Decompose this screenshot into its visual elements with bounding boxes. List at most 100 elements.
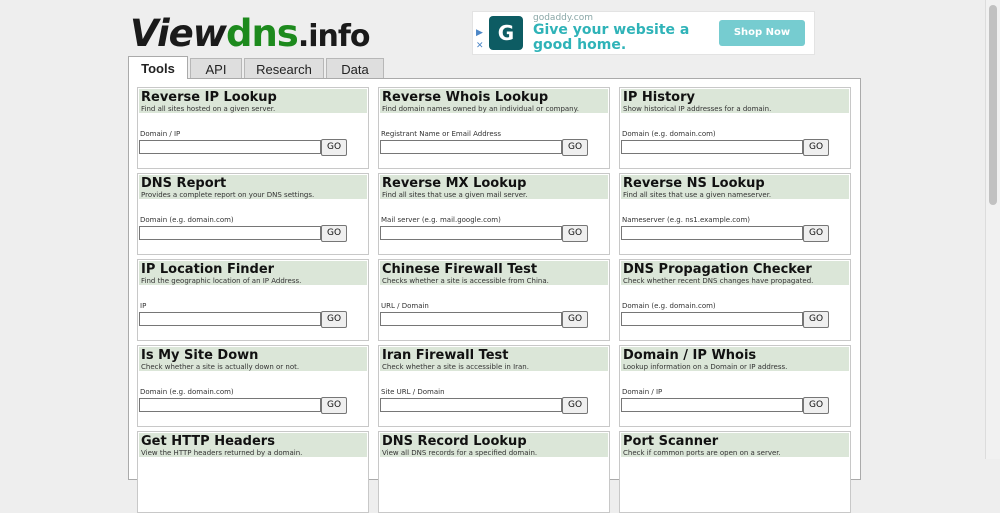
go-button[interactable]: GO	[321, 311, 347, 328]
tool-title: Reverse Whois Lookup	[382, 90, 549, 105]
tool-card-header: Reverse MX Lookup Find all sites that use…	[380, 175, 608, 199]
tool-title: IP History	[623, 90, 695, 105]
tool-input-iran-firewall-test[interactable]	[380, 398, 562, 412]
tool-description: Check whether a site is accessible in Ir…	[382, 363, 529, 371]
go-button[interactable]: GO	[803, 225, 829, 242]
tab-tools[interactable]: Tools	[128, 56, 188, 79]
tool-title: Port Scanner	[623, 434, 719, 449]
tool-input-label: Domain / IP	[140, 130, 181, 138]
tool-input-label: Registrant Name or Email Address	[381, 130, 501, 138]
tool-input-ip-history[interactable]	[621, 140, 803, 154]
tool-title: Reverse MX Lookup	[382, 176, 527, 191]
go-button[interactable]: GO	[321, 397, 347, 414]
advertisement-banner[interactable]: ▶ ✕ G godaddy.com Give your website a go…	[472, 11, 815, 55]
ad-headline[interactable]: Give your website a good home.	[533, 23, 693, 53]
tool-card-dns-propagation-checker: DNS Propagation Checker Check whether rec…	[619, 259, 851, 341]
tool-input-label: Nameserver (e.g. ns1.example.com)	[622, 216, 750, 224]
tool-title: Iran Firewall Test	[382, 348, 509, 363]
tool-title: Reverse IP Lookup	[141, 90, 277, 105]
tool-title: DNS Propagation Checker	[623, 262, 812, 277]
tool-input-dns-report[interactable]	[139, 226, 321, 240]
tool-input-reverse-ip-lookup[interactable]	[139, 140, 321, 154]
tool-card-header: Reverse NS Lookup Find all sites that use…	[621, 175, 849, 199]
tool-title: Reverse NS Lookup	[623, 176, 765, 191]
tool-input-reverse-ns-lookup[interactable]	[621, 226, 803, 240]
tool-card-header: Iran Firewall Test Check whether a site i…	[380, 347, 608, 371]
tool-card-header: IP History Show historical IP addresses f…	[621, 89, 849, 113]
tool-input-ip-location-finder[interactable]	[139, 312, 321, 326]
site-logo[interactable]: Viewdns.info	[130, 12, 371, 55]
tool-description: Show historical IP addresses for a domai…	[623, 105, 772, 113]
tool-description: Check whether recent DNS changes have pr…	[623, 277, 814, 285]
tool-description: Find all sites that use a given nameserv…	[623, 191, 772, 199]
tool-card-header: DNS Record Lookup View all DNS records fo…	[380, 433, 608, 457]
tool-card-domain-ip-whois: Domain / IP Whois Lookup information on a…	[619, 345, 851, 427]
tab-data[interactable]: Data	[326, 58, 384, 79]
tool-input-dns-propagation-checker[interactable]	[621, 312, 803, 326]
tool-description: Checks whether a site is accessible from…	[382, 277, 549, 285]
tool-input-is-my-site-down[interactable]	[139, 398, 321, 412]
go-button[interactable]: GO	[803, 311, 829, 328]
logo-text-view: View	[130, 12, 227, 55]
scrollbar-thumb[interactable]	[989, 5, 997, 205]
tool-description: Provides a complete report on your DNS s…	[141, 191, 315, 199]
tool-input-domain-ip-whois[interactable]	[621, 398, 803, 412]
tool-title: Is My Site Down	[141, 348, 259, 363]
tool-card-header: Reverse IP Lookup Find all sites hosted o…	[139, 89, 367, 113]
tab-api[interactable]: API	[190, 58, 242, 79]
tool-input-label: Domain (e.g. domain.com)	[140, 388, 234, 396]
tool-input-reverse-whois-lookup[interactable]	[380, 140, 562, 154]
tool-title: DNS Report	[141, 176, 227, 191]
tool-input-label: IP	[140, 302, 147, 310]
tool-input-chinese-firewall-test[interactable]	[380, 312, 562, 326]
tool-description: Check whether a site is actually down or…	[141, 363, 300, 371]
tool-title: Get HTTP Headers	[141, 434, 275, 449]
go-button[interactable]: GO	[803, 397, 829, 414]
tool-description: Check if common ports are open on a serv…	[623, 449, 781, 457]
tool-card-header: DNS Propagation Checker Check whether rec…	[621, 261, 849, 285]
tool-card-iran-firewall-test: Iran Firewall Test Check whether a site i…	[378, 345, 610, 427]
tool-card-header: Is My Site Down Check whether a site is a…	[139, 347, 367, 371]
go-button[interactable]: GO	[562, 139, 588, 156]
tool-card-ip-location-finder: IP Location Finder Find the geographic lo…	[137, 259, 369, 341]
tool-card-reverse-ns-lookup: Reverse NS Lookup Find all sites that use…	[619, 173, 851, 255]
tool-description: Find all sites that use a given mail ser…	[382, 191, 528, 199]
ad-close-icon[interactable]: ✕	[476, 41, 484, 51]
godaddy-logo-icon: G	[489, 16, 523, 50]
tool-description: Find the geographic location of an IP Ad…	[141, 277, 302, 285]
tool-card-dns-report: DNS Report Provides a complete report on …	[137, 173, 369, 255]
tool-card-header: DNS Report Provides a complete report on …	[139, 175, 367, 199]
tool-input-label: Mail server (e.g. mail.google.com)	[381, 216, 501, 224]
go-button[interactable]: GO	[803, 139, 829, 156]
tool-card-header: Domain / IP Whois Lookup information on a…	[621, 347, 849, 371]
logo-text-info: .info	[297, 19, 371, 54]
tool-input-label: Site URL / Domain	[381, 388, 445, 396]
tool-title: Chinese Firewall Test	[382, 262, 538, 277]
scrollbar[interactable]	[985, 0, 1000, 459]
tool-input-reverse-mx-lookup[interactable]	[380, 226, 562, 240]
tool-card-header: Chinese Firewall Test Checks whether a si…	[380, 261, 608, 285]
tool-card-dns-record-lookup: DNS Record Lookup View all DNS records fo…	[378, 431, 610, 513]
ad-shop-now-button[interactable]: Shop Now	[719, 20, 805, 46]
tool-input-label: Domain / IP	[622, 388, 663, 396]
go-button[interactable]: GO	[562, 225, 588, 242]
tool-input-label: Domain (e.g. domain.com)	[622, 302, 716, 310]
go-button[interactable]: GO	[562, 311, 588, 328]
tool-input-label: URL / Domain	[381, 302, 429, 310]
tool-card-header: Reverse Whois Lookup Find domain names ow…	[380, 89, 608, 113]
tool-description: Lookup information on a Domain or IP add…	[623, 363, 788, 371]
go-button[interactable]: GO	[321, 139, 347, 156]
tool-card-header: Port Scanner Check if common ports are op…	[621, 433, 849, 457]
tool-input-label: Domain (e.g. domain.com)	[140, 216, 234, 224]
tool-card-header: IP Location Finder Find the geographic lo…	[139, 261, 367, 285]
go-button[interactable]: GO	[562, 397, 588, 414]
tool-card-is-my-site-down: Is My Site Down Check whether a site is a…	[137, 345, 369, 427]
tool-card-reverse-ip-lookup: Reverse IP Lookup Find all sites hosted o…	[137, 87, 369, 169]
tool-description: Find domain names owned by an individual…	[382, 105, 579, 113]
ad-info-icon[interactable]: ▶	[476, 28, 483, 38]
tool-card-reverse-whois-lookup: Reverse Whois Lookup Find domain names ow…	[378, 87, 610, 169]
tab-research[interactable]: Research	[244, 58, 324, 79]
tool-description: View all DNS records for a specified dom…	[382, 449, 538, 457]
go-button[interactable]: GO	[321, 225, 347, 242]
tool-title: DNS Record Lookup	[382, 434, 527, 449]
